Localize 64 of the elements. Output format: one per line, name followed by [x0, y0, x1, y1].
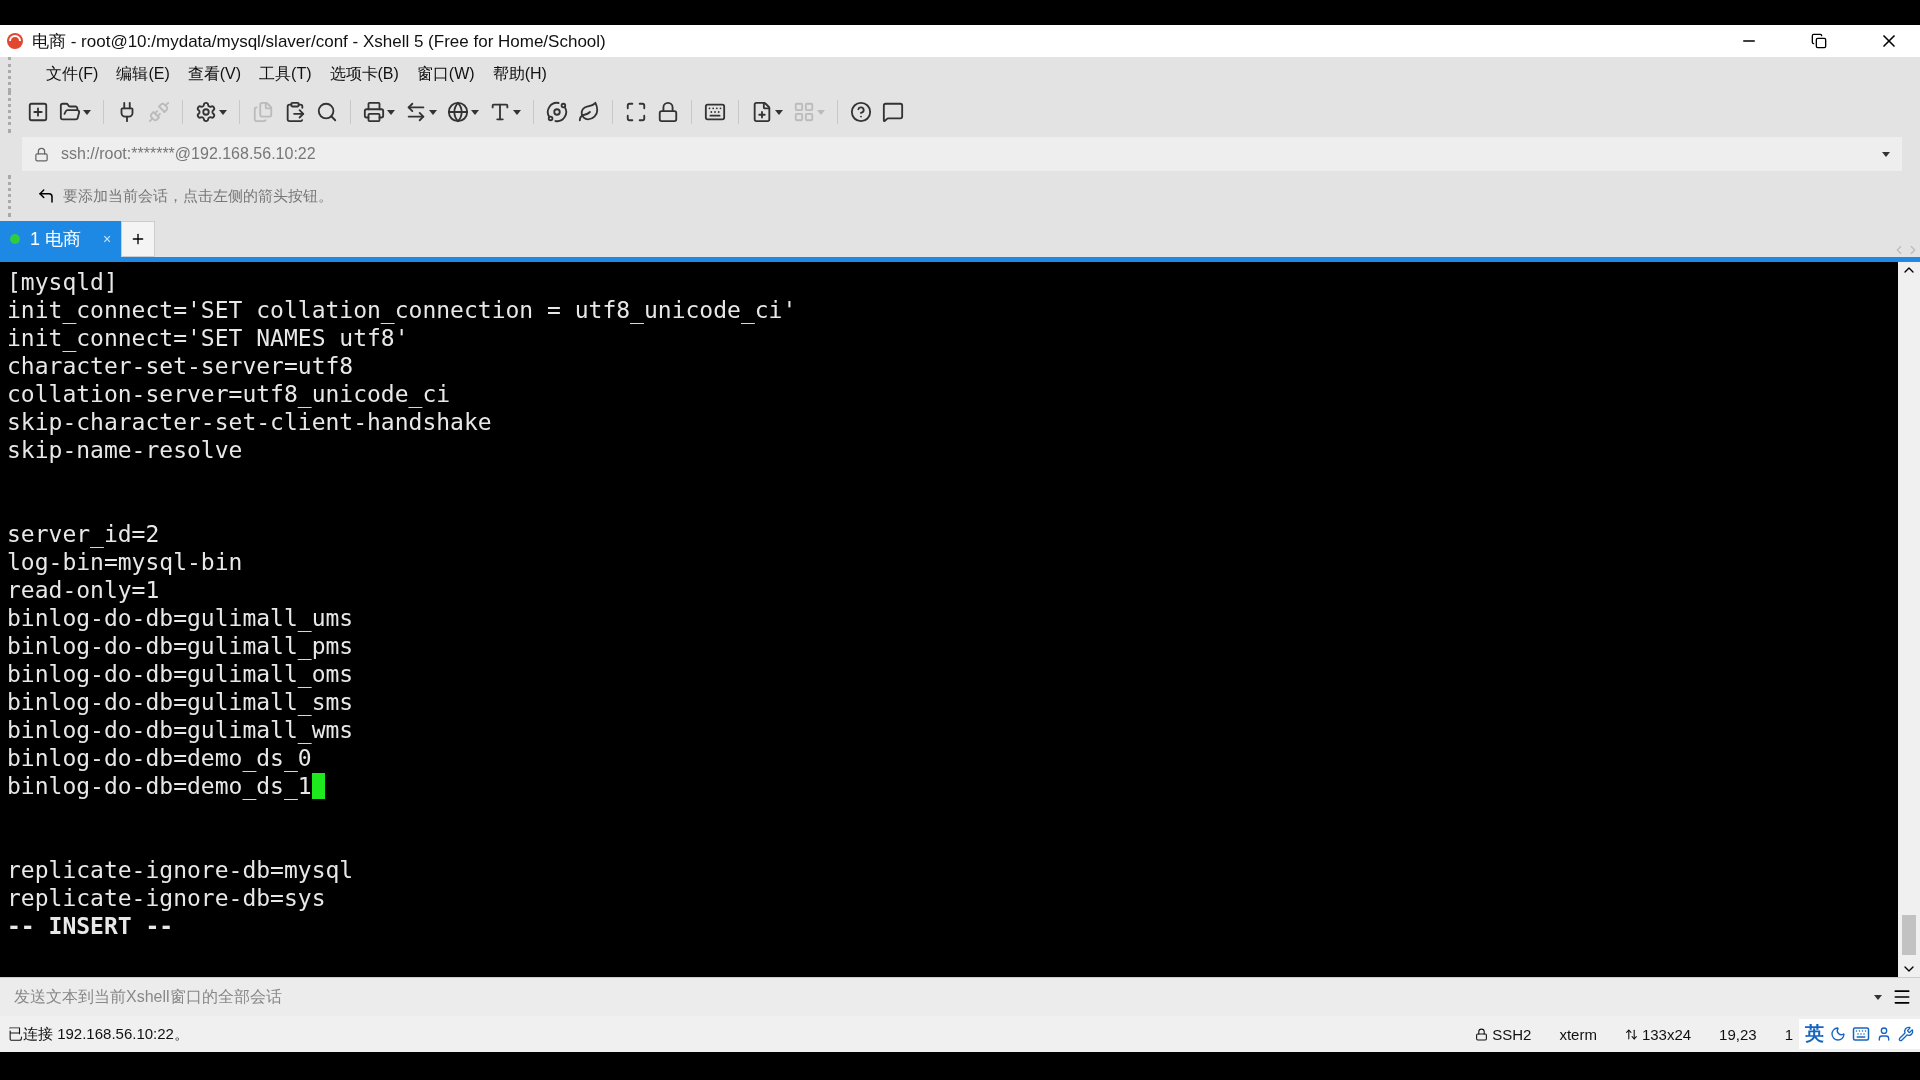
globe-icon-button[interactable] — [445, 99, 481, 125]
connection-status: 已连接 192.168.56.10:22。 — [8, 1024, 190, 1044]
window-title: 电商 - root@10:/mydata/mysql/slaver/conf - Xshell 5 (Free for Home/School) — [32, 30, 607, 53]
keyboard-icon[interactable] — [1852, 1025, 1870, 1043]
terminal-line: binlog-do-db=demo_ds_0 — [7, 744, 312, 772]
terminal-line: init_connect='SET NAMES utf8' — [7, 324, 409, 352]
send-text-field[interactable]: 发送文本到当前Xshell窗口的全部会话 — [0, 977, 1920, 1016]
scrollbar-thumb[interactable] — [1902, 915, 1916, 955]
terminal-line: log-bin=mysql-bin — [7, 548, 243, 576]
size-text: 133x24 — [1641, 1025, 1692, 1043]
ime-label[interactable]: 英 — [1805, 1021, 1824, 1047]
menu-item[interactable]: 工具(T) — [250, 63, 321, 85]
printer-icon[interactable] — [363, 101, 385, 123]
position-text: 19,23 — [1719, 1025, 1757, 1043]
ime-toolbar[interactable]: 英 — [1799, 1019, 1920, 1049]
terminal-line: read-only=1 — [7, 576, 160, 604]
folder-icon[interactable] — [59, 101, 81, 123]
moon-icon[interactable] — [1830, 1026, 1846, 1042]
size-icon — [1624, 1027, 1638, 1041]
terminal-line: server_id=2 — [7, 520, 160, 548]
mode-line: -- INSERT -- — [7, 912, 174, 940]
terminal-line: skip-character-set-client-handshake — [7, 408, 492, 436]
terminal-line: binlog-do-db=gulimall_sms — [7, 688, 354, 716]
address-field[interactable]: ssh://root:*******@192.168.56.10:22 — [22, 137, 1902, 171]
menu-item[interactable]: 选项卡(B) — [320, 63, 408, 85]
menu-item[interactable]: 编辑(E) — [107, 63, 179, 85]
font-icon[interactable] — [489, 101, 511, 123]
arrow-icon[interactable] — [37, 187, 55, 205]
terminal-line: binlog-do-db=gulimall_oms — [7, 660, 354, 688]
restore-icon[interactable] — [1811, 33, 1827, 49]
scrollbar[interactable] — [1898, 262, 1920, 977]
lock-icon — [1475, 1027, 1489, 1041]
terminal-line: skip-name-resolve — [7, 436, 243, 464]
terminal-type-text: xterm — [1559, 1025, 1597, 1043]
app-logo-icon — [6, 32, 24, 50]
terminal-line: replicate-ignore-db=sys — [7, 884, 326, 912]
protocol-text: SSH2 — [1492, 1025, 1532, 1043]
file-plus-icon[interactable] — [751, 101, 773, 123]
globe-icon[interactable] — [447, 101, 469, 123]
menu-item[interactable]: 帮助(H) — [483, 63, 556, 85]
terminal-line: binlog-do-db=gulimall_ums — [7, 604, 354, 632]
menu-item[interactable]: 查看(V) — [178, 63, 251, 85]
lock-icon — [34, 146, 49, 162]
terminal-line: binlog-do-db=gulimall_pms — [7, 632, 354, 660]
terminal-line: replicate-ignore-db=mysql — [7, 856, 354, 884]
wrench-icon[interactable] — [1898, 1026, 1914, 1042]
user-icon[interactable] — [1876, 1026, 1892, 1042]
terminal-line: init_connect='SET collation_connection = utf8_unicode_ci' — [7, 296, 797, 324]
transfer-icon[interactable] — [405, 101, 427, 123]
terminal-line: binlog-do-db=demo_ds_1 — [7, 772, 312, 800]
send-text-input[interactable]: 发送文本到当前Xshell窗口的全部会话 — [12, 987, 1864, 1007]
add-tab-button[interactable] — [121, 221, 156, 257]
terminal-line: binlog-do-db=gulimall_wms — [7, 716, 354, 744]
menu-icon[interactable] — [1892, 987, 1912, 1007]
menu-item[interactable]: 文件(F) — [37, 63, 108, 85]
terminal-line: collation-server=utf8_unicode_ci — [7, 380, 451, 408]
status-text: 1 — [1784, 1025, 1793, 1043]
hint-text: 要添加当前会话，点击左侧的箭头按钮。 — [63, 186, 333, 206]
printer-icon-button[interactable] — [361, 99, 397, 125]
menu-item[interactable]: 窗口(W) — [407, 63, 484, 85]
session-tab[interactable]: 1 电商 × — [0, 221, 122, 257]
settings-icon[interactable] — [195, 101, 217, 123]
terminal-line: character-set-server=utf8 — [7, 352, 354, 380]
terminal-line: [mysqld] — [7, 268, 118, 296]
